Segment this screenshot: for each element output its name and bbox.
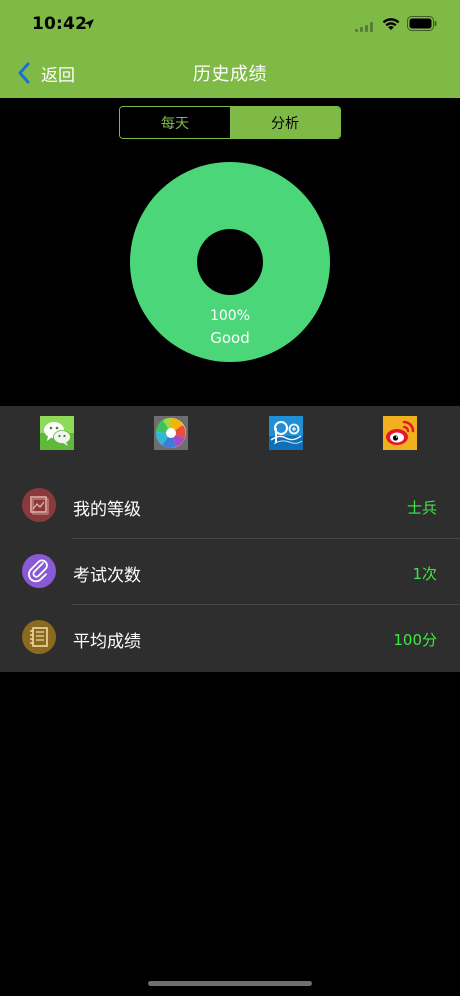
weibo-share-button[interactable] bbox=[383, 416, 417, 450]
stat-value-average-score: 100分 bbox=[393, 631, 437, 649]
status-time: 10:42 bbox=[32, 14, 88, 34]
score-donut-chart: 100% Good bbox=[129, 161, 331, 363]
stat-row-average-score: 平均成绩 100分 bbox=[0, 605, 460, 671]
stats-panel: 我的等级 士兵 考试次数 1次 平均成绩 100分 bbox=[0, 406, 460, 672]
qzone-share-button[interactable] bbox=[269, 416, 303, 450]
moments-icon bbox=[154, 416, 188, 450]
page-title: 历史成绩 bbox=[193, 64, 267, 85]
stat-label-average-score: 平均成绩 bbox=[73, 632, 141, 652]
home-indicator[interactable] bbox=[148, 981, 312, 986]
chart-category-label: Good bbox=[210, 329, 250, 347]
stat-row-exam-count: 考试次数 1次 bbox=[0, 539, 460, 605]
battery-icon bbox=[407, 16, 437, 31]
qzone-icon bbox=[269, 416, 303, 450]
stat-label-exam-count: 考试次数 bbox=[73, 566, 141, 586]
segment-analysis[interactable]: 分析 bbox=[230, 107, 340, 138]
stat-label-level: 我的等级 bbox=[73, 500, 141, 520]
location-arrow-icon bbox=[84, 19, 94, 29]
stat-value-level: 士兵 bbox=[406, 499, 437, 517]
image-frame-icon bbox=[22, 488, 56, 522]
moments-share-button[interactable] bbox=[154, 416, 188, 450]
paperclip-icon bbox=[22, 554, 56, 588]
wechat-share-button[interactable] bbox=[40, 416, 74, 450]
notebook-icon bbox=[22, 620, 56, 654]
chart-percent-label: 100% bbox=[209, 308, 251, 324]
weibo-icon bbox=[383, 416, 417, 450]
signal-icon bbox=[355, 22, 373, 32]
stat-row-level: 我的等级 士兵 bbox=[0, 473, 460, 539]
header: 10:42 返回 历史成绩 bbox=[0, 0, 460, 98]
stat-value-exam-count: 1次 bbox=[412, 565, 437, 583]
segmented-control: 每天 分析 bbox=[119, 106, 341, 139]
wifi-icon bbox=[382, 18, 400, 30]
wechat-icon bbox=[40, 416, 74, 450]
segment-daily[interactable]: 每天 bbox=[120, 107, 230, 138]
share-row bbox=[0, 406, 460, 464]
